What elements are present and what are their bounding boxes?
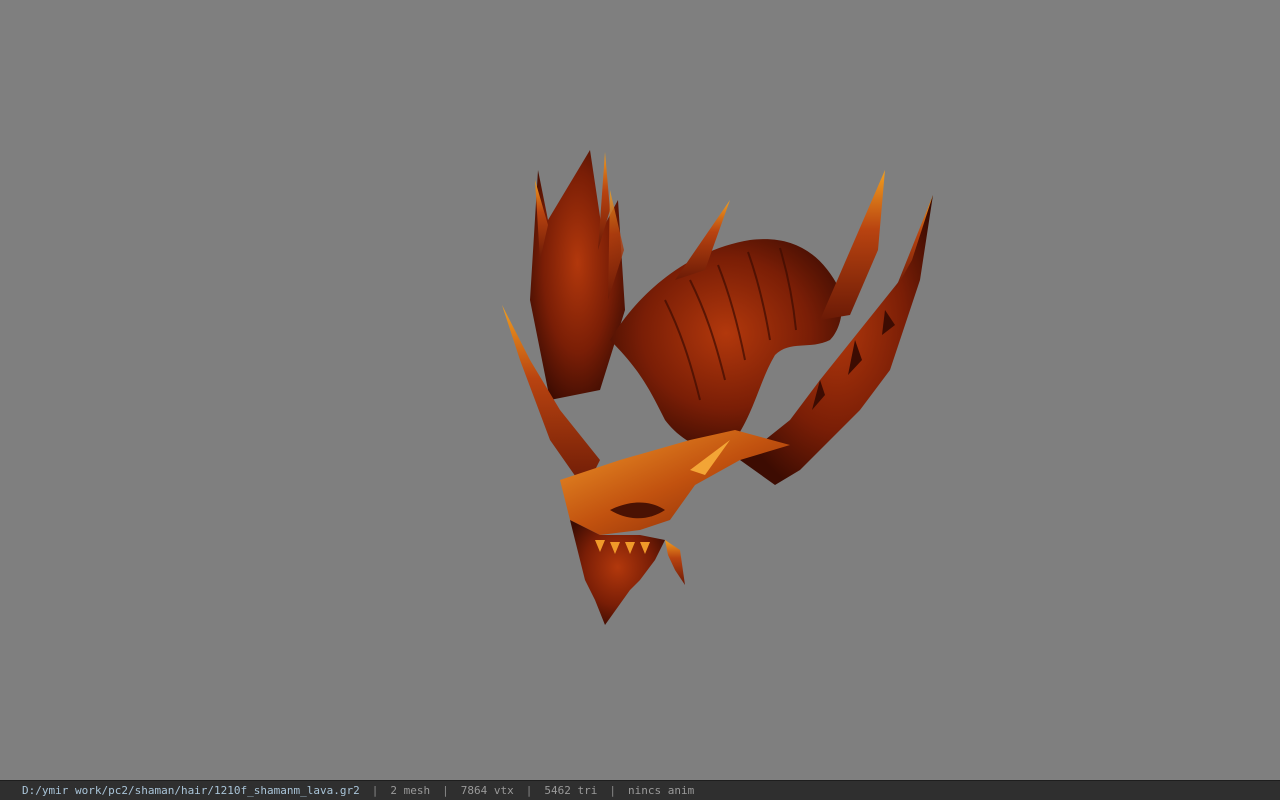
separator: | xyxy=(442,784,449,797)
vertex-count: 7864 vtx xyxy=(460,784,514,797)
mesh-count: 2 mesh xyxy=(390,784,431,797)
3d-viewport[interactable] xyxy=(0,0,1280,780)
file-path: D:/ymir work/pc2/shaman/hair/1210f_shama… xyxy=(22,784,360,797)
face-plate xyxy=(560,430,790,535)
triangle-count: 5462 tri xyxy=(544,784,598,797)
model-render xyxy=(502,150,933,625)
separator: | xyxy=(525,784,533,797)
separator: | xyxy=(371,784,379,797)
status-bar: D:/ymir work/pc2/shaman/hair/1210f_shama… xyxy=(0,780,1280,800)
jaw xyxy=(570,520,665,625)
animation-status: nincs anim xyxy=(627,784,695,797)
separator: | xyxy=(609,784,616,797)
